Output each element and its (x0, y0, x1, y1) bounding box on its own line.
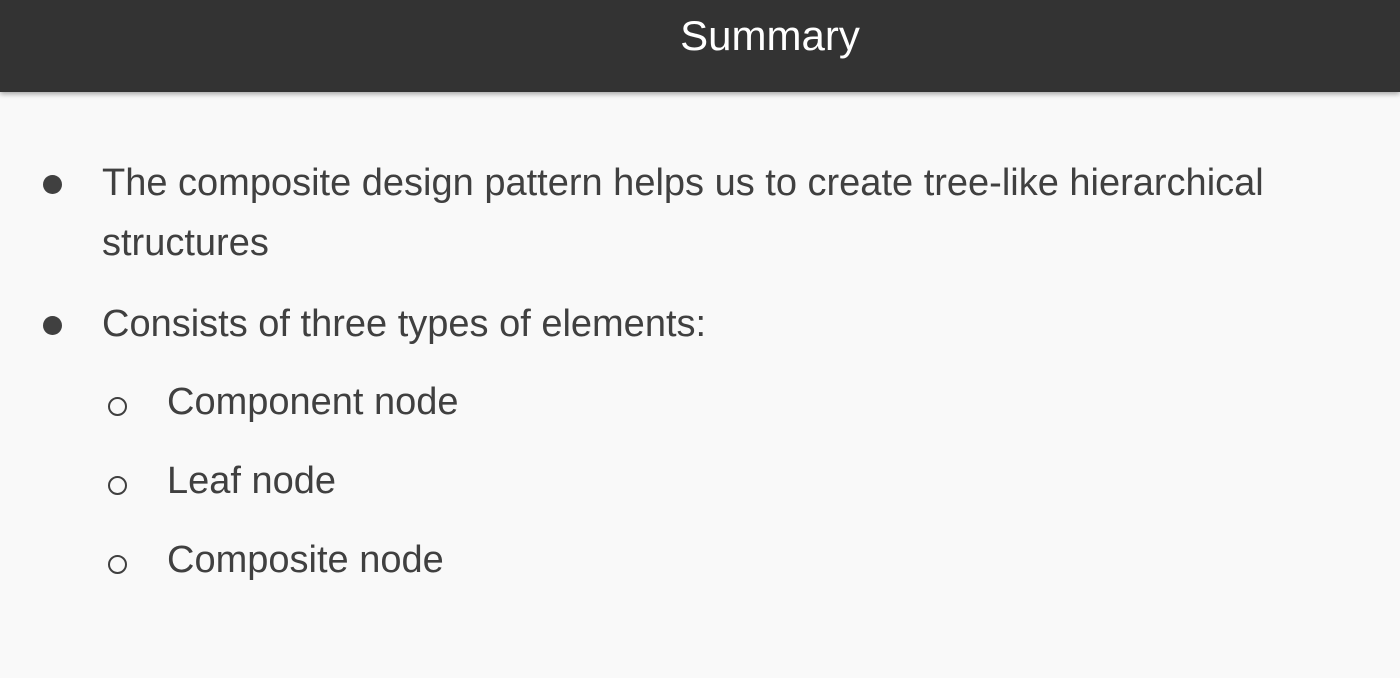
sub-bullet-circle-icon (108, 397, 127, 416)
sub-bullet-circle-icon (108, 555, 127, 574)
sub-bullet-circle-icon (108, 476, 127, 495)
bullet-item: Consists of three types of elements: (102, 303, 707, 345)
sub-list-item: Composite node (167, 539, 444, 581)
bullet-dot-icon (43, 316, 62, 335)
sub-list-item: Leaf node (167, 460, 337, 502)
bullet-item: The composite design pattern helps us to… (102, 162, 1264, 264)
bullet-dot-icon (43, 175, 62, 194)
sub-list-item: Component node (167, 381, 459, 423)
slide-content: The composite design pattern helps us to… (0, 0, 1400, 678)
